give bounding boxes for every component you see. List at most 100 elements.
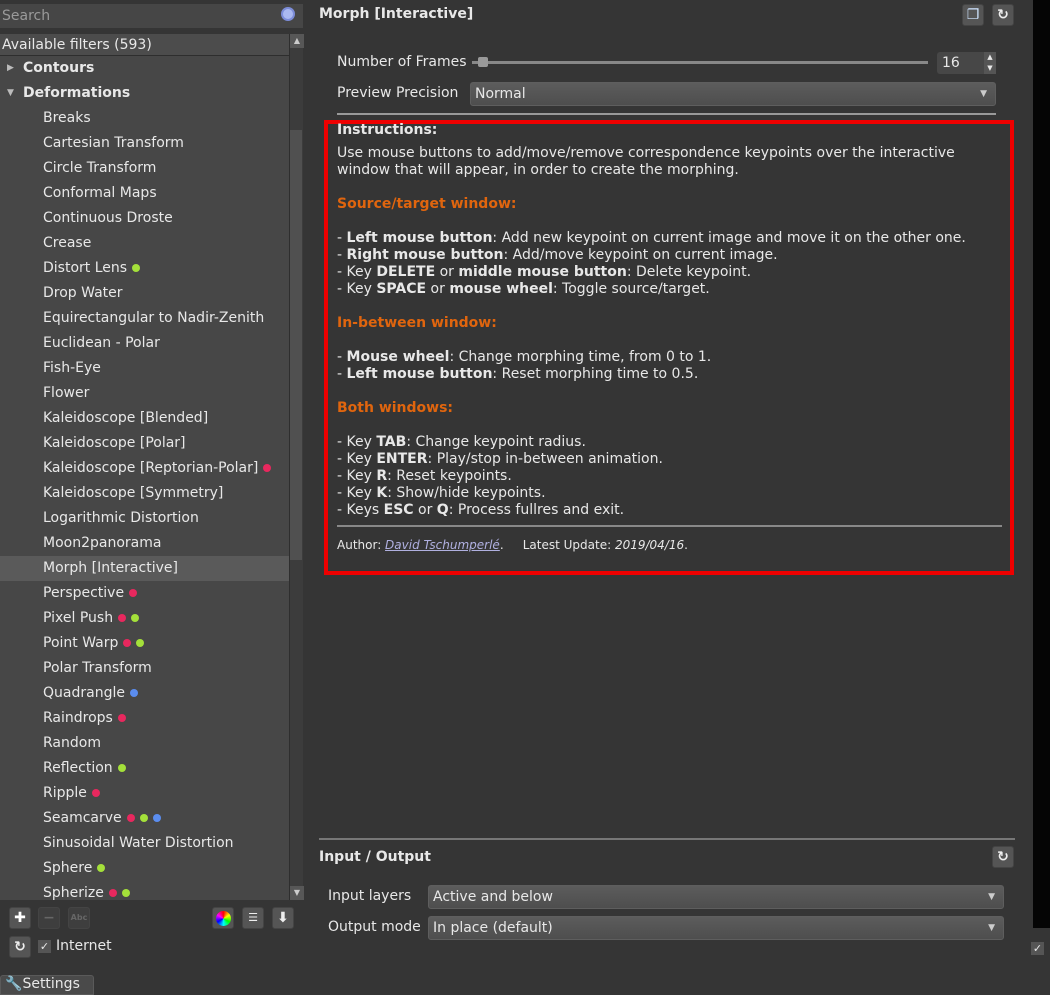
filter-label: Flower [43,385,90,401]
instruction-line: - Key DELETE or middle mouse button: Del… [337,264,1002,281]
expand-arrow-icon[interactable]: ▶ [7,56,14,81]
filter-item[interactable]: Reflection [0,756,289,781]
line-text: - Key [337,434,377,450]
filter-item[interactable]: Morph [Interactive] [0,556,289,581]
color-wheel-button[interactable] [212,907,234,929]
filter-item[interactable]: Sinusoidal Water Distortion [0,831,289,856]
category-deformations[interactable]: ▼ Deformations [0,81,289,106]
precision-select[interactable]: Normal ▼ [470,82,996,106]
filter-item[interactable]: Sphere [0,856,289,881]
filter-item[interactable]: Logarithmic Distortion [0,506,289,531]
splitter[interactable] [319,838,1015,840]
filter-item[interactable]: Conformal Maps [0,181,289,206]
key-name: TAB [376,434,407,450]
filter-item[interactable]: Raindrops [0,706,289,731]
status-dot-icon [121,889,130,897]
frames-spinbox[interactable]: 16 ▲ ▼ [937,52,996,74]
line-text: - [337,366,347,382]
filter-item[interactable]: Random [0,731,289,756]
copy-to-clipboard-button[interactable]: ❐ [962,4,984,26]
search-input[interactable]: Search [0,4,303,28]
filter-label: Breaks [43,110,91,126]
divider [337,113,996,115]
filter-item[interactable]: Perspective [0,581,289,606]
filter-label: Euclidean - Polar [43,335,160,351]
category-contours[interactable]: ▶ Contours [0,56,289,81]
add-favorite-button[interactable]: ✚ [9,907,31,929]
rename-favorite-button[interactable]: Abc [68,907,90,929]
search-icon[interactable] [281,7,295,21]
frames-slider[interactable] [472,61,928,64]
filter-item[interactable]: Euclidean - Polar [0,331,289,356]
io-reset-button[interactable]: ↻ [992,846,1014,868]
refresh-filters-button[interactable]: ↻ [9,936,31,958]
panel-title: Morph [Interactive] [319,6,474,22]
key-name: SPACE [376,281,427,297]
key-name: Left mouse button [346,366,493,382]
filter-item[interactable]: Pixel Push [0,606,289,631]
filter-item[interactable]: Point Warp [0,631,289,656]
color-wheel-icon [215,911,231,926]
frames-slider-handle[interactable] [478,57,488,67]
spin-arrows-icon[interactable]: ▲ ▼ [984,52,996,74]
key-name: middle mouse button [458,264,627,280]
filter-item[interactable]: Kaleidoscope [Symmetry] [0,481,289,506]
filter-item[interactable]: Kaleidoscope [Blended] [0,406,289,431]
filter-label: Reflection [43,760,113,776]
filter-label: Circle Transform [43,160,157,176]
line-text: - [337,230,347,246]
filter-item[interactable]: Drop Water [0,281,289,306]
filter-label: Random [43,735,101,751]
filter-item[interactable]: Moon2panorama [0,531,289,556]
filter-item[interactable]: Continuous Droste [0,206,289,231]
filter-label: Sinusoidal Water Distortion [43,835,234,851]
visibility-list-button[interactable]: ☰ [242,907,264,929]
author-link[interactable]: David Tschumperlé [385,538,500,552]
scroll-down-icon[interactable]: ▼ [290,886,304,900]
filter-item[interactable]: Flower [0,381,289,406]
filter-label: Polar Transform [43,660,152,676]
filter-item[interactable]: Circle Transform [0,156,289,181]
status-dot-icon [129,589,138,597]
filter-item[interactable]: Crease [0,231,289,256]
filter-tree[interactable]: Available filters (593) ▶ Contours ▼ Defor… [0,34,289,900]
filter-item[interactable]: Seamcarve [0,806,289,831]
preview-area[interactable] [1033,0,1050,928]
scrollbar-thumb[interactable] [290,130,302,560]
output-mode-select[interactable]: In place (default) ▼ [428,916,1004,940]
filter-label: Quadrangle [43,685,125,701]
status-dot-icon [108,889,117,897]
line-text: : Delete keypoint. [626,264,752,280]
line-text: or [413,502,437,518]
tab-settings[interactable]: 🔧Settings [0,975,94,995]
filter-label: Crease [43,235,92,251]
line-text: - Keys [337,502,384,518]
filter-item[interactable]: Ripple [0,781,289,806]
filter-item[interactable]: Fish-Eye [0,356,289,381]
filter-item[interactable]: Polar Transform [0,656,289,681]
filter-label: Seamcarve [43,810,122,826]
instructions-title: Instructions: [337,122,438,138]
instruction-line: - Key SPACE or mouse wheel: Toggle sourc… [337,281,1002,298]
filter-item[interactable]: Spherize [0,881,289,900]
reset-params-button[interactable]: ↻ [992,4,1014,26]
input-layers-select[interactable]: Active and below ▼ [428,885,1004,909]
filter-item[interactable]: Equirectangular to Nadir-Zenith [0,306,289,331]
filter-item[interactable]: Kaleidoscope [Polar] [0,431,289,456]
download-button[interactable]: ⬇ [272,907,294,929]
filter-item[interactable]: Quadrangle [0,681,289,706]
status-dot-icon [136,639,145,647]
chevron-down-icon: ▼ [980,89,987,99]
line-text: : Toggle source/target. [552,281,710,297]
filter-item[interactable]: Kaleidoscope [Reptorian-Polar] [0,456,289,481]
filter-label: Sphere [43,860,93,876]
scroll-up-icon[interactable]: ▲ [290,34,304,48]
line-text: - Key [337,264,377,280]
filter-item[interactable]: Distort Lens [0,256,289,281]
filter-item[interactable]: Cartesian Transform [0,131,289,156]
collapse-arrow-icon[interactable]: ▼ [7,81,14,106]
preview-checkbox[interactable]: ✓ [1031,942,1044,955]
filter-item[interactable]: Breaks [0,106,289,131]
internet-checkbox[interactable]: ✓ [38,940,51,953]
remove-favorite-button[interactable]: − [38,907,60,929]
